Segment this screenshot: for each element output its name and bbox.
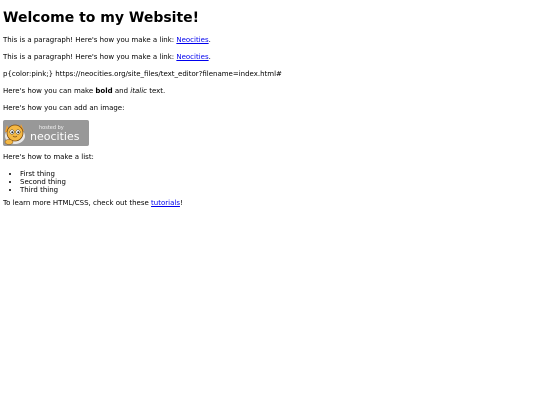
- footer-prefix: To learn more HTML/CSS, check out these: [3, 199, 152, 207]
- paragraph-2-suffix: .: [208, 53, 211, 61]
- list-item: Third thing: [20, 186, 537, 194]
- page-body: Welcome to my Website! This is a paragra…: [0, 0, 540, 208]
- bullet-list: First thing Second thing Third thing: [3, 170, 537, 194]
- hosted-by-neocities-badge: hosted by neocities: [3, 120, 89, 146]
- paragraph-2-text: This is a paragraph! Here's how you make…: [3, 53, 177, 61]
- paragraph-1-text: This is a paragraph! Here's how you make…: [3, 36, 177, 44]
- neocities-link-1[interactable]: Neocities: [176, 36, 208, 44]
- list-item: Second thing: [20, 178, 537, 186]
- raw-text-line: p{color:pink;} https://neocities.org/sit…: [3, 70, 282, 78]
- italic-text: italic: [130, 87, 147, 95]
- tutorials-link[interactable]: tutorials: [151, 199, 180, 207]
- footer-suffix: !: [179, 199, 183, 207]
- footer-paragraph: To learn more HTML/CSS, check out these …: [3, 199, 537, 208]
- image-intro: Here's how you can add an image:: [3, 104, 125, 112]
- format-prefix: Here's how you can make: [3, 87, 96, 95]
- format-middle: and: [112, 87, 131, 95]
- list-intro: Here's how to make a list:: [3, 153, 94, 161]
- paragraph-1: This is a paragraph! Here's how you make…: [3, 36, 537, 45]
- bold-text: bold: [95, 87, 113, 95]
- paragraph-1-suffix: .: [208, 36, 211, 44]
- badge-brand-text: neocities: [30, 130, 80, 143]
- list-item: First thing: [20, 170, 537, 178]
- page-title: Welcome to my Website!: [3, 10, 200, 26]
- paragraph-2: This is a paragraph! Here's how you make…: [3, 53, 537, 62]
- format-paragraph: Here's how you can make bold and italic …: [3, 87, 537, 96]
- neocities-link-2[interactable]: Neocities: [176, 53, 208, 61]
- format-suffix: text.: [146, 87, 166, 95]
